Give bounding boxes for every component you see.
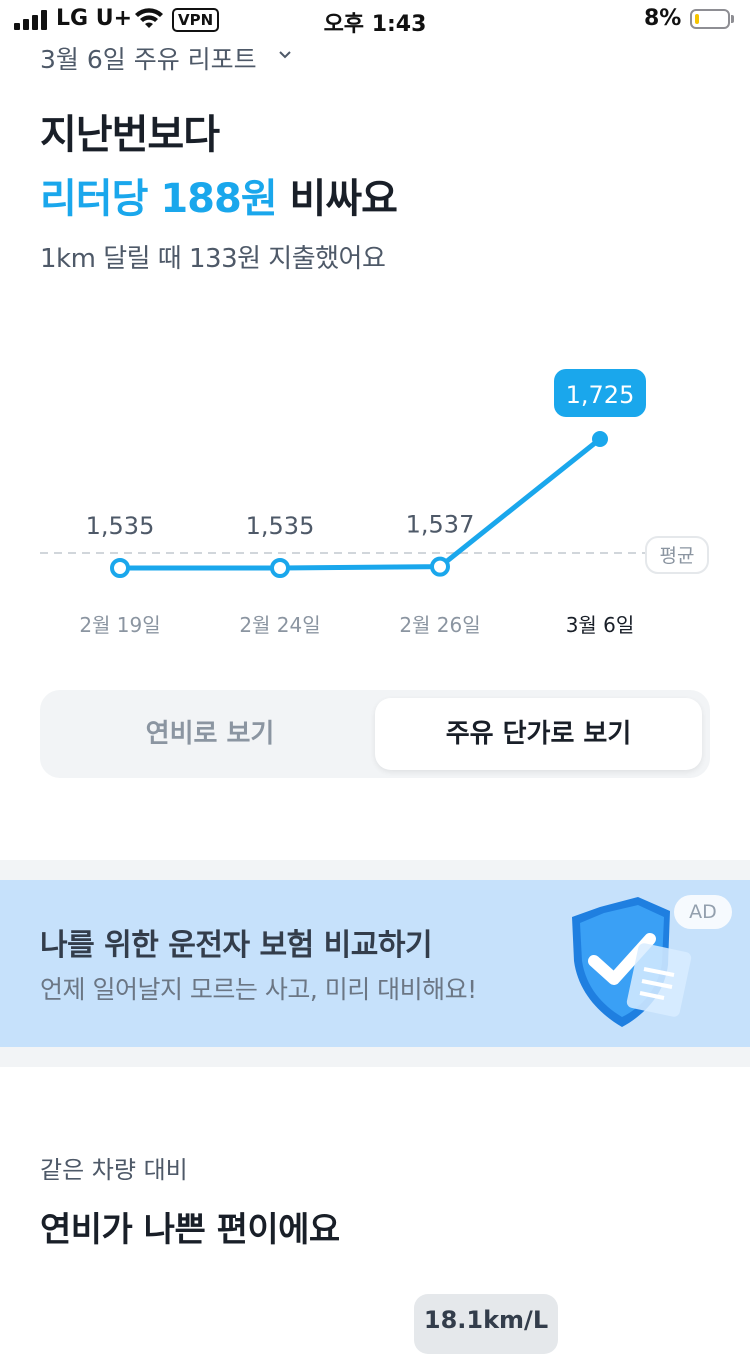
data-label: 1,537 <box>406 511 475 539</box>
battery-percent: 8% <box>644 6 682 31</box>
x-axis-label: 2월 26일 <box>399 613 480 637</box>
status-bar: LG U+ VPN 오후 1:43 8% <box>0 0 750 40</box>
section-divider <box>0 1047 750 1067</box>
data-label: 1,535 <box>86 512 155 540</box>
data-point <box>270 558 290 578</box>
summary-headline-detail: 리터당 188원 비싸요 <box>40 166 398 224</box>
toggle-fuel-efficiency[interactable]: 연비로 보기 <box>40 690 380 778</box>
x-axis-label: 3월 6일 <box>566 613 635 637</box>
comparison-label: 같은 차량 대비 <box>40 1156 188 1184</box>
average-label: 평균 <box>660 545 695 567</box>
fuel-price-chart: 평균 1,535 2월 19일 1,535 2월 24일 1,537 2월 26일 1,725… <box>40 369 709 637</box>
x-axis-label: 2월 24일 <box>239 613 320 637</box>
ad-subtitle[interactable]: 언제 일어날지 모르는 사고, 미리 대비해요! <box>40 970 477 1006</box>
battery-icon <box>690 9 730 29</box>
series-line <box>120 437 602 571</box>
summary-headline: 지난번보다 <box>40 112 220 158</box>
report-date-selector[interactable]: 3월 6일 주유 리포트 <box>40 40 257 76</box>
battery-cap <box>731 15 734 23</box>
cost-per-km: 1km 달릴 때 133원 지출했어요 <box>40 244 386 274</box>
ad-badge: AD <box>674 895 732 929</box>
data-label: 1,725 <box>566 381 635 409</box>
data-point <box>430 556 450 577</box>
toggle-unit-price[interactable]: 주유 단가로 보기 <box>375 698 702 770</box>
x-axis-label: 2월 19일 <box>79 613 160 637</box>
ad-title[interactable]: 나를 위한 운전자 보험 비교하기 <box>40 920 433 964</box>
data-point <box>110 558 130 578</box>
data-point-highlight <box>592 431 608 447</box>
chevron-down-icon[interactable] <box>278 50 292 60</box>
efficiency-badge: 18.1km/L <box>414 1294 558 1354</box>
data-label: 1,535 <box>246 512 315 540</box>
price-difference-suffix: 비싸요 <box>276 176 398 222</box>
price-difference: 리터당 188원 <box>40 176 278 222</box>
section-divider <box>0 860 750 880</box>
clock: 오후 1:43 <box>323 12 427 37</box>
comparison-title: 연비가 나쁜 편이에요 <box>40 1210 340 1250</box>
